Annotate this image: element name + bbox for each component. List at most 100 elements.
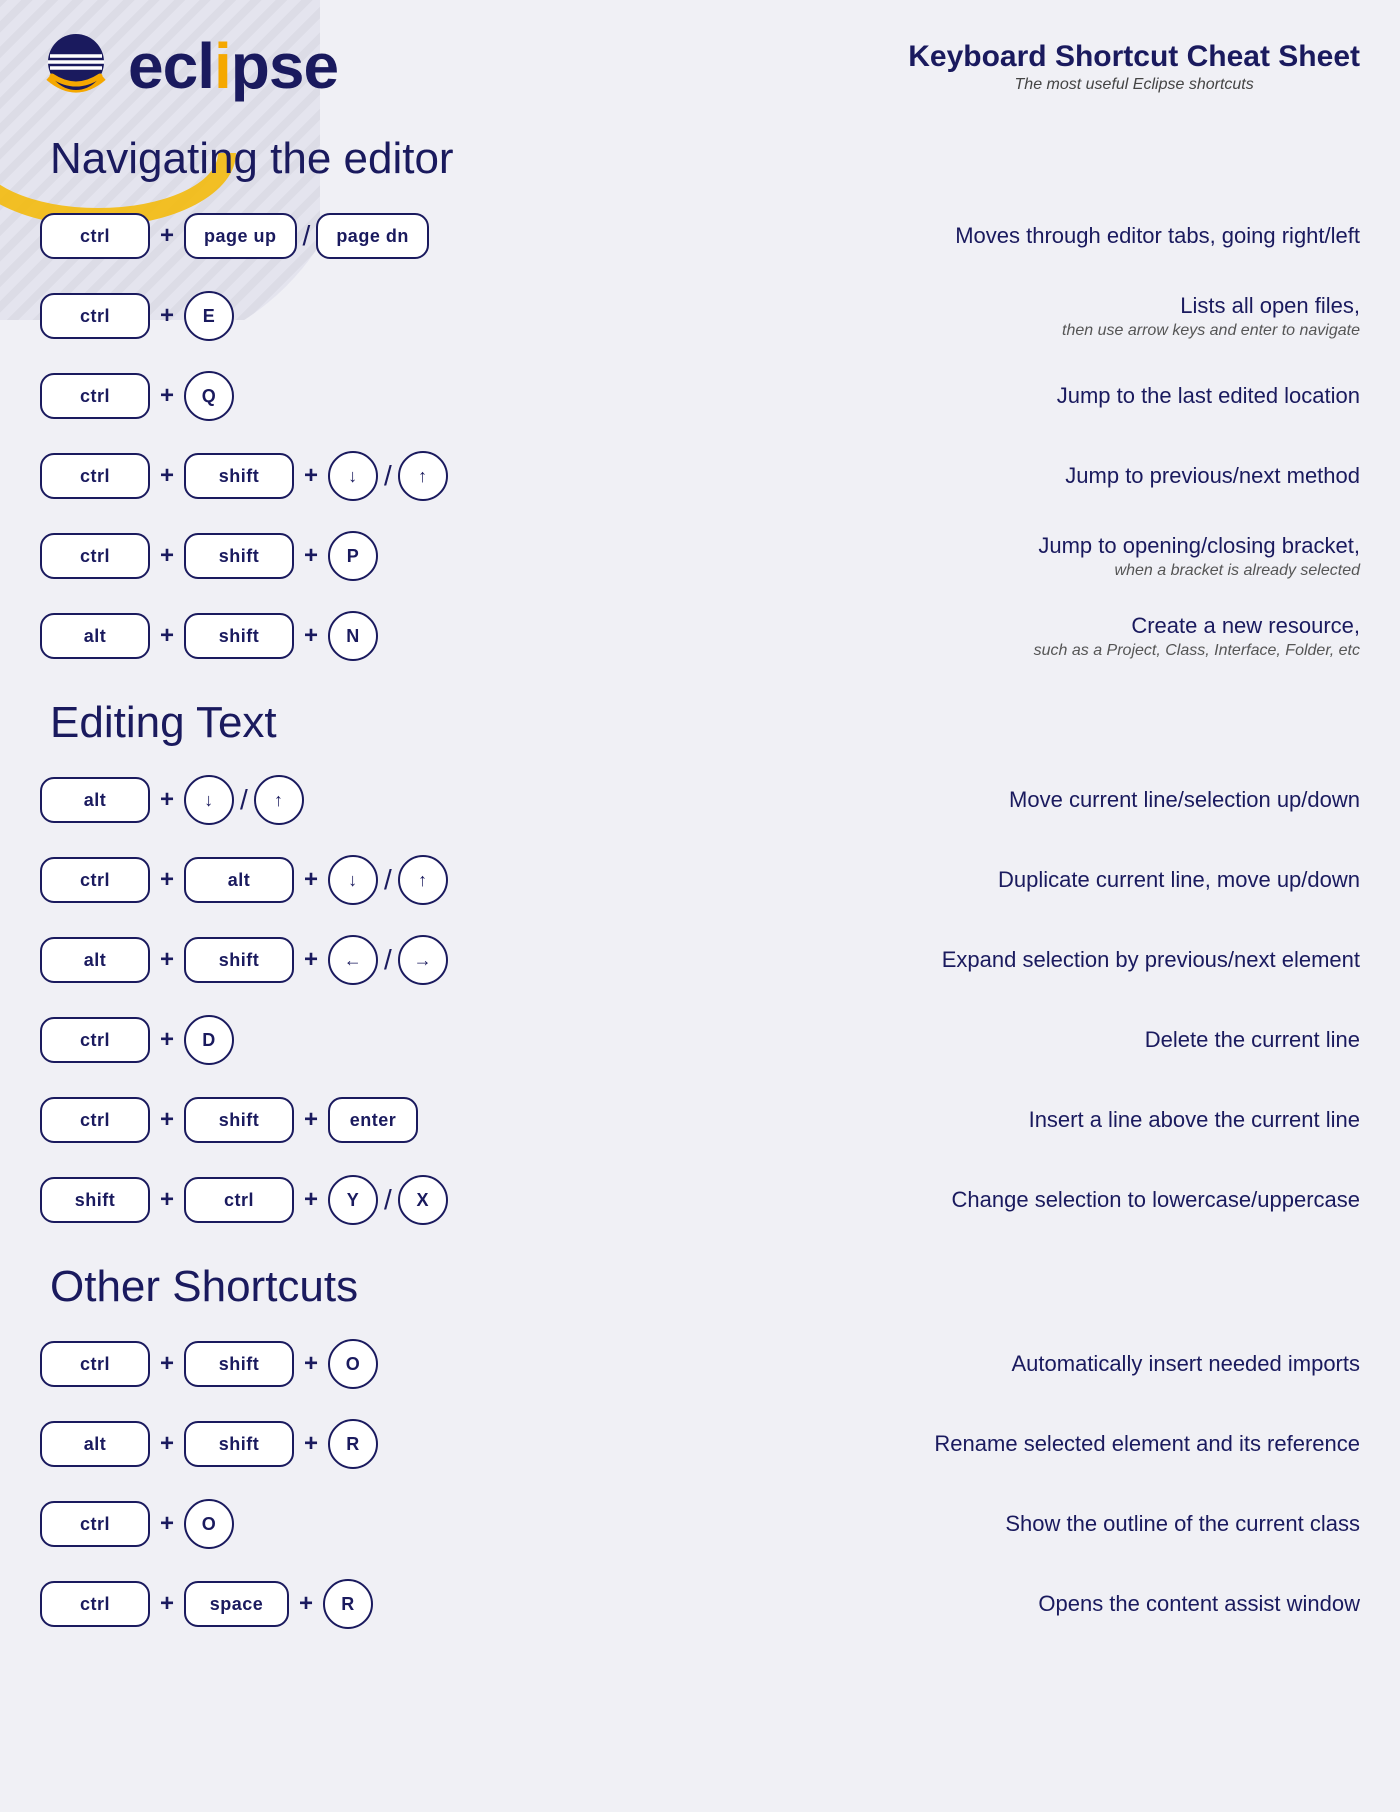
shortcut-desc: Insert a line above the current line <box>640 1106 1360 1135</box>
key-arrow-down <box>184 775 234 825</box>
shortcut-desc: Duplicate current line, move up/down <box>640 866 1360 895</box>
shortcut-row: alt + / Move current line/selection up/d… <box>30 766 1370 834</box>
eclipse-logo-icon <box>40 30 112 102</box>
key-arrow-left <box>328 935 378 985</box>
shortcut-row: alt + shift + N Create a new resource, s… <box>30 602 1370 670</box>
shortcut-row: ctrl + Q Jump to the last edited locatio… <box>30 362 1370 430</box>
key-alt: alt <box>40 937 150 983</box>
shortcut-desc: Create a new resource, <box>640 612 1360 641</box>
shortcut-desc: Expand selection by previous/next elemen… <box>640 946 1360 975</box>
key-q: Q <box>184 371 234 421</box>
shortcut-row: shift + ctrl + Y / X Change selection to… <box>30 1166 1370 1234</box>
key-ctrl: ctrl <box>40 1341 150 1387</box>
key-shift: shift <box>184 937 294 983</box>
keys-area: ctrl + shift + O <box>40 1339 600 1389</box>
keys-area: alt + / <box>40 775 600 825</box>
key-o: O <box>184 1499 234 1549</box>
keys-area: ctrl + alt + / <box>40 855 600 905</box>
cheat-sheet-title: Keyboard Shortcut Cheat Sheet <box>908 40 1360 74</box>
key-ctrl: ctrl <box>40 373 150 419</box>
key-ctrl: ctrl <box>40 213 150 259</box>
shortcut-desc: Jump to the last edited location <box>640 382 1360 411</box>
shortcut-row: ctrl + E Lists all open files, then use … <box>30 282 1370 350</box>
key-arrow-up <box>398 855 448 905</box>
shortcut-desc-sub: then use arrow keys and enter to navigat… <box>640 322 1360 340</box>
key-ctrl: ctrl <box>184 1177 294 1223</box>
key-ctrl: ctrl <box>40 1017 150 1063</box>
keys-area: ctrl + shift + enter <box>40 1097 600 1143</box>
keys-area: ctrl + Q <box>40 371 600 421</box>
shortcut-row: ctrl + O Show the outline of the current… <box>30 1490 1370 1558</box>
key-alt: alt <box>40 1421 150 1467</box>
shortcut-row: ctrl + space + R Opens the content assis… <box>30 1570 1370 1638</box>
keys-area: shift + ctrl + Y / X <box>40 1175 600 1225</box>
keys-area: ctrl + shift + P <box>40 531 600 581</box>
keys-area: ctrl + space + R <box>40 1579 600 1629</box>
key-ctrl: ctrl <box>40 1501 150 1547</box>
shortcut-desc: Rename selected element and its referenc… <box>640 1430 1360 1459</box>
shortcut-row: ctrl + alt + / Duplicate current line, m… <box>30 846 1370 914</box>
key-d: D <box>184 1015 234 1065</box>
key-shift: shift <box>184 533 294 579</box>
key-n: N <box>328 611 378 661</box>
key-r: R <box>323 1579 373 1629</box>
section-edit: Editing Text alt + / Move current line/s… <box>30 698 1370 1234</box>
key-alt: alt <box>40 613 150 659</box>
cheat-sheet-subtitle: The most useful Eclipse shortcuts <box>908 76 1360 94</box>
key-shift: shift <box>40 1177 150 1223</box>
shortcut-row: ctrl + shift + / Jump to previous/next m… <box>30 442 1370 510</box>
key-ctrl: ctrl <box>40 293 150 339</box>
key-arrow-right <box>398 935 448 985</box>
section-other-title: Other Shortcuts <box>50 1262 1370 1312</box>
shortcut-desc: Jump to previous/next method <box>640 462 1360 491</box>
key-ctrl: ctrl <box>40 453 150 499</box>
shortcut-desc: Moves through editor tabs, going right/l… <box>640 222 1360 251</box>
shortcut-row: ctrl + shift + P Jump to opening/closing… <box>30 522 1370 590</box>
key-ctrl: ctrl <box>40 533 150 579</box>
shortcut-desc-sub: such as a Project, Class, Interface, Fol… <box>640 642 1360 660</box>
shortcut-desc: Move current line/selection up/down <box>640 786 1360 815</box>
key-arrow-up <box>398 451 448 501</box>
key-ctrl: ctrl <box>40 1097 150 1143</box>
keys-area: ctrl + D <box>40 1015 600 1065</box>
shortcut-desc: Lists all open files, <box>640 292 1360 321</box>
key-space: space <box>184 1581 289 1627</box>
shortcut-row: ctrl + D Delete the current line <box>30 1006 1370 1074</box>
section-edit-title: Editing Text <box>50 698 1370 748</box>
shortcut-row: alt + shift + / Expand selection by prev… <box>30 926 1370 994</box>
shortcut-desc: Show the outline of the current class <box>640 1510 1360 1539</box>
shortcut-desc: Automatically insert needed imports <box>640 1350 1360 1379</box>
key-arrow-down <box>328 855 378 905</box>
key-alt: alt <box>40 777 150 823</box>
logo-text: eclipse <box>128 34 338 98</box>
key-enter: enter <box>328 1097 418 1143</box>
key-r: R <box>328 1419 378 1469</box>
key-arrow-up <box>254 775 304 825</box>
logo-area: eclipse <box>40 30 338 102</box>
shortcut-desc: Opens the content assist window <box>640 1590 1360 1619</box>
keys-area: alt + shift + N <box>40 611 600 661</box>
key-shift: shift <box>184 453 294 499</box>
keys-area: alt + shift + / <box>40 935 600 985</box>
shortcut-desc: Delete the current line <box>640 1026 1360 1055</box>
keys-area: alt + shift + R <box>40 1419 600 1469</box>
shortcut-desc: Change selection to lowercase/uppercase <box>640 1186 1360 1215</box>
key-alt: alt <box>184 857 294 903</box>
keys-area: ctrl + shift + / <box>40 451 600 501</box>
shortcut-row: ctrl + shift + O Automatically insert ne… <box>30 1330 1370 1398</box>
key-p: P <box>328 531 378 581</box>
key-shift: shift <box>184 1341 294 1387</box>
key-arrow-down <box>328 451 378 501</box>
section-other: Other Shortcuts ctrl + shift + O Automat… <box>30 1262 1370 1638</box>
key-shift: shift <box>184 613 294 659</box>
key-e: E <box>184 291 234 341</box>
keys-area: ctrl + O <box>40 1499 600 1549</box>
key-ctrl: ctrl <box>40 1581 150 1627</box>
header-right: Keyboard Shortcut Cheat Sheet The most u… <box>908 30 1360 94</box>
key-pageup: page up <box>184 213 297 259</box>
keys-area: ctrl + page up / page dn <box>40 213 600 259</box>
header: eclipse Keyboard Shortcut Cheat Sheet Th… <box>30 30 1370 102</box>
key-x: X <box>398 1175 448 1225</box>
key-ctrl: ctrl <box>40 857 150 903</box>
section-nav-title: Navigating the editor <box>50 134 1370 184</box>
